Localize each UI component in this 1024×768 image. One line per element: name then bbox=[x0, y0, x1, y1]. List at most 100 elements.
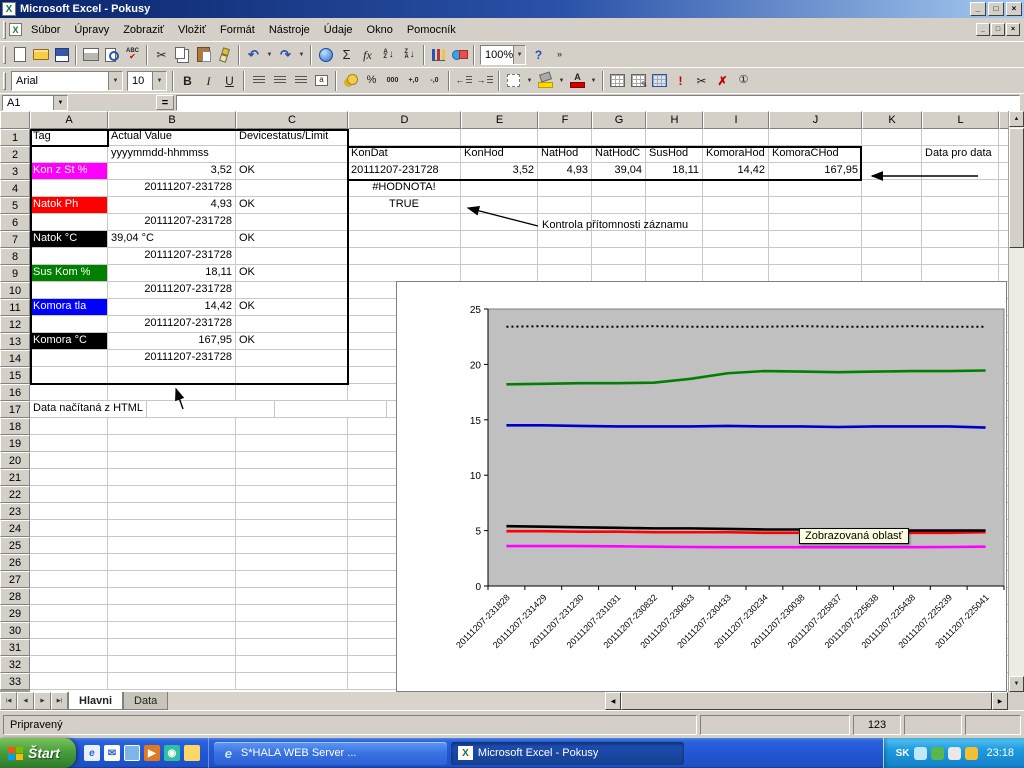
open-button[interactable] bbox=[30, 44, 51, 66]
cell-A15[interactable] bbox=[30, 367, 108, 384]
column-header-I[interactable]: I bbox=[703, 111, 769, 129]
format-painter-button[interactable] bbox=[214, 44, 235, 66]
row-header-7[interactable]: 7 bbox=[0, 231, 30, 248]
cell-B1[interactable]: Actual Value bbox=[108, 129, 236, 146]
sheet-tab-data[interactable]: Data bbox=[123, 692, 168, 710]
menu-view[interactable]: Zobraziť bbox=[116, 21, 171, 39]
menu-window[interactable]: Okno bbox=[360, 21, 400, 39]
cell-A30[interactable] bbox=[30, 622, 108, 639]
cell-A28[interactable] bbox=[30, 588, 108, 605]
cell-B18[interactable] bbox=[108, 418, 236, 435]
sheet-tool-button[interactable] bbox=[649, 70, 670, 92]
cell-A11[interactable]: Komora tla bbox=[30, 299, 108, 316]
cell-C11[interactable]: OK bbox=[236, 299, 348, 316]
tray-antivirus-icon[interactable] bbox=[931, 747, 944, 760]
cell-I6[interactable] bbox=[703, 214, 769, 231]
cell-E6[interactable] bbox=[461, 214, 538, 231]
cell-E1[interactable] bbox=[461, 129, 538, 146]
cell-A26[interactable] bbox=[30, 554, 108, 571]
cell-B14[interactable]: 20111207-231728 bbox=[108, 350, 236, 367]
cell-K6[interactable] bbox=[862, 214, 922, 231]
cell-C12[interactable] bbox=[236, 316, 348, 333]
cell-C10[interactable] bbox=[236, 282, 348, 299]
font-color-button-dropdown[interactable]: ▼ bbox=[588, 70, 599, 92]
cell-G9[interactable] bbox=[592, 265, 646, 282]
toolbar-grip[interactable] bbox=[3, 46, 6, 64]
cell-I7[interactable] bbox=[703, 231, 769, 248]
hscroll-left-button[interactable]: ◀ bbox=[605, 692, 621, 710]
cell-D3[interactable]: 20111207-231728 bbox=[348, 163, 461, 180]
cell-M5[interactable] bbox=[999, 197, 1008, 214]
quick-launch-show-desktop-icon[interactable] bbox=[124, 745, 140, 761]
increase-indent-button[interactable] bbox=[474, 70, 495, 92]
row-header-25[interactable]: 25 bbox=[0, 537, 30, 554]
undo-button-dropdown[interactable]: ▼ bbox=[264, 44, 275, 66]
tray-volume-icon[interactable] bbox=[948, 747, 961, 760]
decrease-decimal-button[interactable]: -,0 bbox=[424, 70, 445, 92]
paste-button[interactable] bbox=[193, 44, 214, 66]
align-right-button[interactable] bbox=[290, 70, 311, 92]
redo-button-dropdown[interactable]: ▼ bbox=[296, 44, 307, 66]
toolbar-grip[interactable] bbox=[3, 72, 6, 90]
autosum-button[interactable]: Σ bbox=[336, 44, 357, 66]
cell-D7[interactable] bbox=[348, 231, 461, 248]
cell-J6[interactable] bbox=[769, 214, 862, 231]
cell-C13[interactable]: OK bbox=[236, 333, 348, 350]
cell-A10[interactable] bbox=[30, 282, 108, 299]
cell-E8[interactable] bbox=[461, 248, 538, 265]
cell-H8[interactable] bbox=[646, 248, 703, 265]
cell-L6[interactable] bbox=[922, 214, 999, 231]
cell-C16[interactable] bbox=[236, 384, 348, 401]
cell-A19[interactable] bbox=[30, 435, 108, 452]
cell-A22[interactable] bbox=[30, 486, 108, 503]
cell-F8[interactable] bbox=[538, 248, 592, 265]
cell-C5[interactable]: OK bbox=[236, 197, 348, 214]
fill-color-button-dropdown[interactable]: ▼ bbox=[556, 70, 567, 92]
cell-C30[interactable] bbox=[236, 622, 348, 639]
cell-K7[interactable] bbox=[862, 231, 922, 248]
zoom-combo[interactable]: 100%▼ bbox=[480, 45, 526, 65]
cell-F3[interactable]: 4,93 bbox=[538, 163, 592, 180]
cell-E5[interactable] bbox=[461, 197, 538, 214]
book-close-button[interactable]: × bbox=[1006, 23, 1020, 36]
column-header-K[interactable]: K bbox=[862, 111, 922, 129]
cell-J9[interactable] bbox=[769, 265, 862, 282]
cell-G3[interactable]: 39,04 bbox=[592, 163, 646, 180]
cell-F9[interactable] bbox=[538, 265, 592, 282]
cell-J7[interactable] bbox=[769, 231, 862, 248]
book-minimize-button[interactable]: _ bbox=[976, 23, 990, 36]
cell-B29[interactable] bbox=[108, 605, 236, 622]
row-header-30[interactable]: 30 bbox=[0, 622, 30, 639]
scroll-down-button[interactable]: ▼ bbox=[1009, 676, 1024, 692]
cell-C24[interactable] bbox=[236, 520, 348, 537]
horizontal-scroll-thumb[interactable] bbox=[621, 692, 992, 710]
cell-A9[interactable]: Sus Kom % bbox=[30, 265, 108, 282]
sort-descending-button[interactable] bbox=[399, 44, 420, 66]
row-header-2[interactable]: 2 bbox=[0, 146, 30, 163]
cell-C1[interactable]: Devicestatus/Limit bbox=[236, 129, 348, 146]
formula-input[interactable] bbox=[176, 95, 1020, 111]
align-left-button[interactable] bbox=[248, 70, 269, 92]
column-header-A[interactable]: A bbox=[30, 111, 108, 129]
cell-D9[interactable] bbox=[348, 265, 461, 282]
cell-C15[interactable] bbox=[236, 367, 348, 384]
cell-A14[interactable] bbox=[30, 350, 108, 367]
cell-L2[interactable]: Data pro data bbox=[922, 146, 999, 163]
row-header-3[interactable]: 3 bbox=[0, 163, 30, 180]
row-header-23[interactable]: 23 bbox=[0, 503, 30, 520]
quick-launch-msn-icon[interactable]: ◉ bbox=[164, 745, 180, 761]
row-header-1[interactable]: 1 bbox=[0, 129, 30, 146]
cell-C26[interactable] bbox=[236, 554, 348, 571]
cell-M4[interactable] bbox=[999, 180, 1008, 197]
cell-H9[interactable] bbox=[646, 265, 703, 282]
cell-A1[interactable]: Tag bbox=[30, 129, 108, 146]
row-header-10[interactable]: 10 bbox=[0, 282, 30, 299]
row-header-13[interactable]: 13 bbox=[0, 333, 30, 350]
row-header-22[interactable]: 22 bbox=[0, 486, 30, 503]
row-header-26[interactable]: 26 bbox=[0, 554, 30, 571]
cell-J2[interactable]: KomoraCHod bbox=[769, 146, 862, 163]
font-color-button[interactable] bbox=[567, 70, 588, 92]
cell-C22[interactable] bbox=[236, 486, 348, 503]
cell-G7[interactable] bbox=[592, 231, 646, 248]
cell-C18[interactable] bbox=[236, 418, 348, 435]
